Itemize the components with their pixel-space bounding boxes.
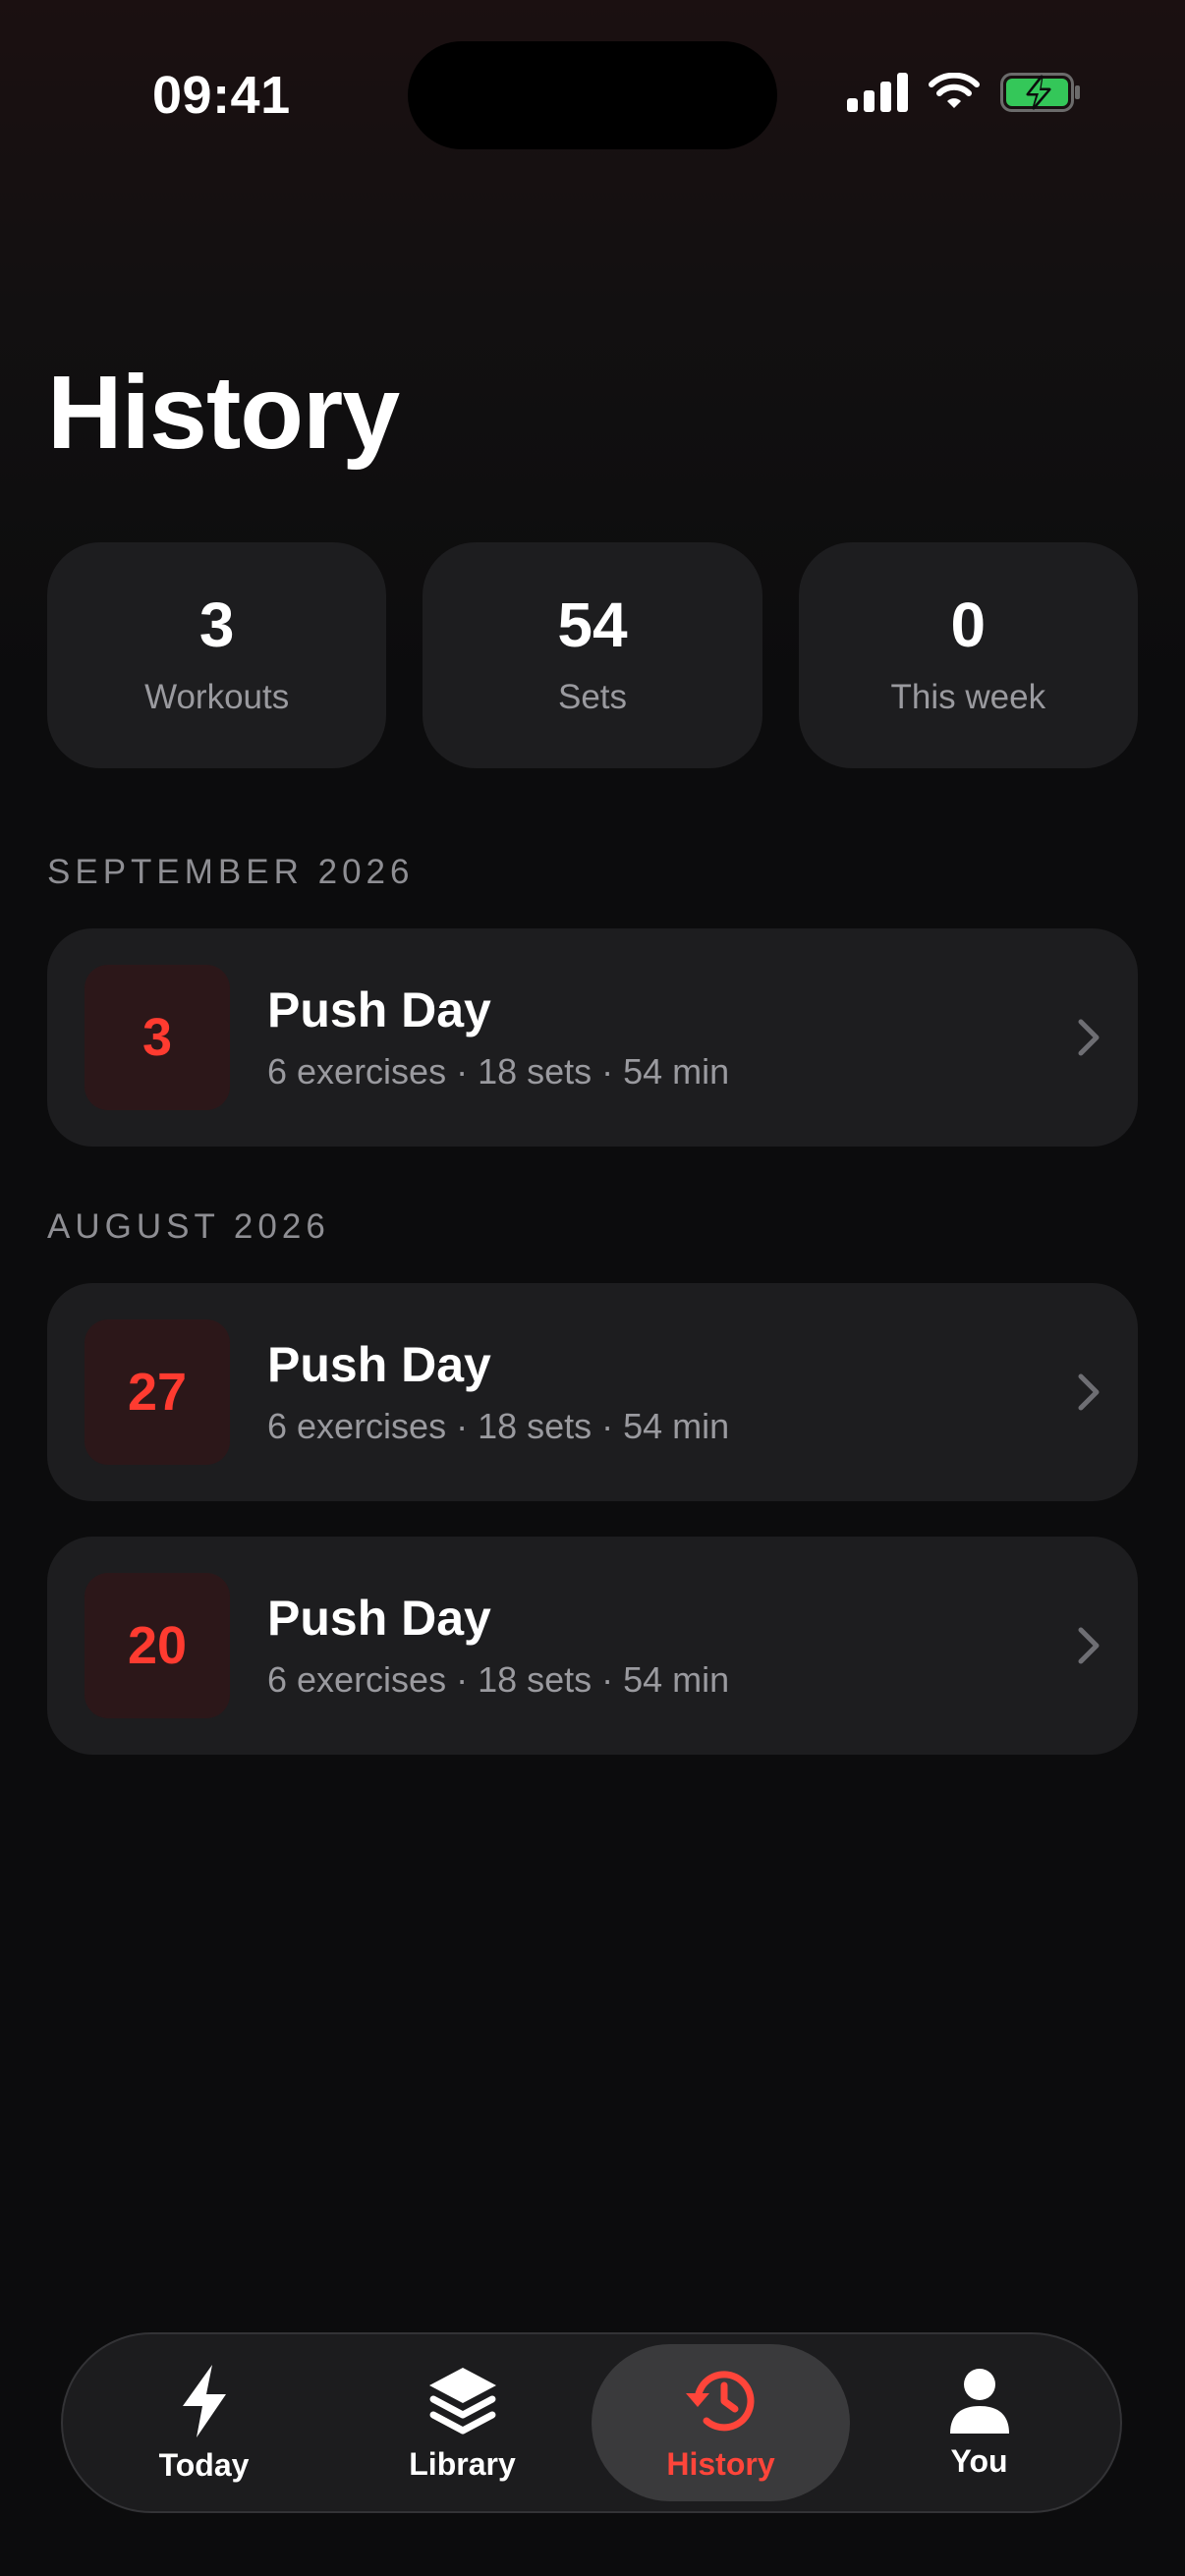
- stat-card-sets: 54 Sets: [423, 542, 762, 768]
- tab-library[interactable]: Library: [333, 2344, 592, 2501]
- date-badge: 20: [85, 1573, 230, 1718]
- stat-label: This week: [890, 678, 1046, 716]
- tab-today[interactable]: Today: [75, 2344, 333, 2501]
- workout-row[interactable]: 27 Push Day 6 exercises · 18 sets · 54 m…: [47, 1283, 1138, 1501]
- date-badge: 27: [85, 1319, 230, 1465]
- workout-text: Push Day 6 exercises · 18 sets · 54 min: [267, 1336, 730, 1447]
- workout-name: Push Day: [267, 981, 491, 1037]
- battery-charging-icon: [1000, 73, 1080, 112]
- person-icon: [949, 2368, 1009, 2434]
- workout-name: Push Day: [267, 1336, 491, 1392]
- cellular-signal-icon: [847, 73, 908, 112]
- stat-label: Workouts: [144, 678, 290, 716]
- tab-you[interactable]: You: [850, 2344, 1108, 2501]
- stat-value: 0: [950, 589, 987, 660]
- stat-value: 54: [557, 589, 628, 660]
- workout-meta: 6 exercises · 18 sets · 54 min: [267, 1050, 730, 1092]
- stats-row: 3 Workouts 54 Sets 0 This week: [47, 542, 1138, 768]
- workout-row[interactable]: 3 Push Day 6 exercises · 18 sets · 54 mi…: [47, 928, 1138, 1147]
- section-header-august: AUGUST 2026: [47, 1207, 330, 1246]
- bolt-icon: [182, 2364, 226, 2437]
- tab-bar: Today Library History You: [61, 2332, 1122, 2513]
- chevron-right-icon: [1078, 1019, 1100, 1056]
- page-title: History: [47, 355, 400, 471]
- chevron-right-icon: [1078, 1627, 1100, 1664]
- workout-text: Push Day 6 exercises · 18 sets · 54 min: [267, 1590, 730, 1701]
- stat-card-workouts: 3 Workouts: [47, 542, 387, 768]
- status-time: 09:41: [152, 66, 291, 125]
- wifi-icon: [929, 73, 980, 108]
- dynamic-island: [408, 41, 777, 149]
- tab-label: History: [666, 2445, 775, 2482]
- tab-label: Today: [158, 2446, 250, 2483]
- workout-text: Push Day 6 exercises · 18 sets · 54 min: [267, 981, 730, 1092]
- layers-icon: [428, 2367, 496, 2434]
- workout-meta: 6 exercises · 18 sets · 54 min: [267, 1658, 730, 1700]
- tab-label: Library: [409, 2445, 516, 2482]
- tab-label: You: [950, 2442, 1008, 2479]
- history-screen: 09:41 History 3 Workouts 54 Sets 0 This …: [0, 0, 1185, 2576]
- history-icon: [685, 2370, 754, 2431]
- status-icons: [847, 73, 1081, 112]
- section-header-september: SEPTEMBER 2026: [47, 853, 415, 891]
- stat-label: Sets: [557, 678, 628, 716]
- workout-row[interactable]: 20 Push Day 6 exercises · 18 sets · 54 m…: [47, 1537, 1138, 1755]
- stat-card-this-week: 0 This week: [798, 542, 1138, 768]
- stat-value: 3: [198, 589, 235, 660]
- workout-meta: 6 exercises · 18 sets · 54 min: [267, 1405, 730, 1446]
- tab-history[interactable]: History: [592, 2344, 850, 2501]
- date-badge: 3: [85, 965, 230, 1110]
- chevron-right-icon: [1078, 1373, 1100, 1411]
- workout-name: Push Day: [267, 1590, 491, 1646]
